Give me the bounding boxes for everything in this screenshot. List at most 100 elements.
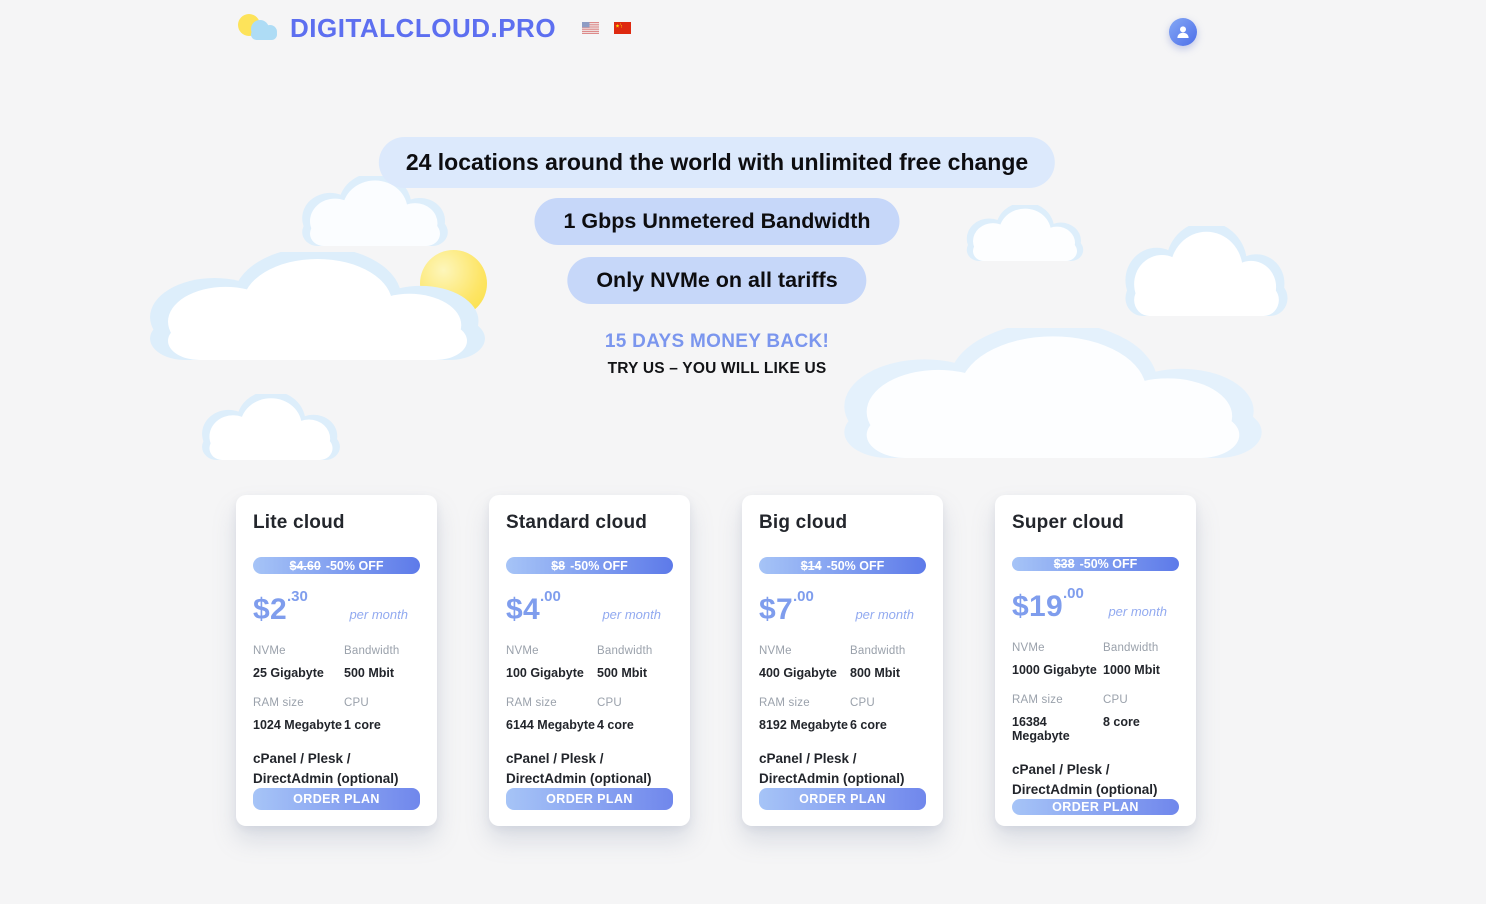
cloud-decoration	[145, 252, 490, 360]
cloud-decoration	[838, 328, 1268, 458]
sun-decoration	[420, 250, 487, 317]
hero-bubble-locations: 24 locations around the world with unlim…	[379, 137, 1055, 188]
cloud-decoration	[200, 394, 342, 460]
feature-value: 1024 Megabyte	[253, 718, 344, 732]
price-dollars: $7	[759, 593, 793, 626]
price-row: $4.00 per month	[506, 589, 673, 625]
per-month-label: per month	[349, 607, 408, 622]
feature-label: NVMe	[253, 645, 344, 657]
order-plan-button[interactable]: ORDER PLAN	[253, 788, 420, 810]
feature-value: 400 Gigabyte	[759, 666, 850, 680]
feature-value: 500 Mbit	[597, 666, 673, 680]
price-cents: .00	[793, 588, 814, 605]
feature-value: 16384 Megabyte	[1012, 715, 1103, 743]
tagline-text: TRY US – YOU WILL LIKE US	[608, 360, 827, 378]
plan-title: Super cloud	[1012, 512, 1179, 534]
feature-label: RAM size	[1012, 694, 1103, 706]
feature-nvme: NVMe 25 Gigabyte	[253, 645, 344, 680]
feature-value: 1 core	[344, 718, 420, 732]
plan-card-super: Super cloud $38 -50% OFF $19.00 per mont…	[995, 495, 1196, 826]
feature-cpu: CPU 6 core	[850, 697, 926, 732]
feature-ram: RAM size 8192 Megabyte	[759, 697, 850, 732]
old-price: $4.60	[290, 559, 321, 573]
price: $4.00	[506, 589, 561, 625]
feature-label: RAM size	[506, 697, 597, 709]
feature-ram: RAM size 1024 Megabyte	[253, 697, 344, 732]
feature-label: Bandwidth	[344, 645, 420, 657]
price-row: $7.00 per month	[759, 589, 926, 625]
feature-nvme: NVMe 1000 Gigabyte	[1012, 642, 1103, 677]
sun-cloud-icon[interactable]	[236, 12, 280, 44]
plans-row: Lite cloud $4.60 -50% OFF $2.30 per mont…	[236, 495, 1196, 826]
discount-label: -50% OFF	[1080, 557, 1138, 571]
discount-badge: $14 -50% OFF	[759, 557, 926, 574]
features-grid: NVMe 25 Gigabyte Bandwidth 500 Mbit RAM …	[253, 645, 420, 732]
feature-ram: RAM size 16384 Megabyte	[1012, 694, 1103, 743]
price-row: $2.30 per month	[253, 589, 420, 625]
order-plan-button[interactable]: ORDER PLAN	[759, 788, 926, 810]
discount-badge: $38 -50% OFF	[1012, 557, 1179, 571]
discount-badge: $4.60 -50% OFF	[253, 557, 420, 574]
feature-value: 1000 Mbit	[1103, 663, 1179, 677]
feature-label: CPU	[597, 697, 673, 709]
price: $19.00	[1012, 586, 1084, 622]
features-grid: NVMe 400 Gigabyte Bandwidth 800 Mbit RAM…	[759, 645, 926, 732]
user-icon	[1174, 23, 1192, 41]
hero-bubble-bandwidth: 1 Gbps Unmetered Bandwidth	[534, 198, 899, 245]
order-plan-button[interactable]: ORDER PLAN	[506, 788, 673, 810]
header: DIGITALCLOUD.PRO	[236, 12, 631, 44]
price-dollars: $4	[506, 593, 540, 626]
features-grid: NVMe 100 Gigabyte Bandwidth 500 Mbit RAM…	[506, 645, 673, 732]
price-row: $19.00 per month	[1012, 586, 1179, 622]
discount-badge: $8 -50% OFF	[506, 557, 673, 574]
feature-value: 4 core	[597, 718, 673, 732]
account-button[interactable]	[1169, 18, 1197, 46]
feature-value: 500 Mbit	[344, 666, 420, 680]
order-plan-button[interactable]: ORDER PLAN	[1012, 799, 1179, 815]
cn-flag-icon[interactable]	[614, 22, 631, 34]
feature-value: 8 core	[1103, 715, 1179, 729]
feature-nvme: NVMe 400 Gigabyte	[759, 645, 850, 680]
feature-label: RAM size	[759, 697, 850, 709]
brand-title[interactable]: DIGITALCLOUD.PRO	[290, 13, 556, 44]
discount-label: -50% OFF	[326, 559, 384, 573]
feature-label: CPU	[850, 697, 926, 709]
price-cents: .00	[540, 588, 561, 605]
price: $7.00	[759, 589, 814, 625]
feature-label: NVMe	[1012, 642, 1103, 654]
plan-card-big: Big cloud $14 -50% OFF $7.00 per month N…	[742, 495, 943, 826]
feature-cpu: CPU 8 core	[1103, 694, 1179, 743]
feature-bandwidth: Bandwidth 800 Mbit	[850, 645, 926, 680]
old-price: $14	[801, 559, 822, 573]
control-panel-note: cPanel / Plesk / DirectAdmin (optional)	[253, 749, 428, 788]
feature-value: 8192 Megabyte	[759, 718, 850, 732]
control-panel-note: cPanel / Plesk / DirectAdmin (optional)	[506, 749, 681, 788]
price-cents: .30	[287, 588, 308, 605]
feature-label: CPU	[344, 697, 420, 709]
feature-value: 1000 Gigabyte	[1012, 663, 1103, 677]
us-flag-icon[interactable]	[582, 22, 599, 34]
feature-value: 800 Mbit	[850, 666, 926, 680]
page: DIGITALCLOUD.PRO	[0, 0, 1486, 904]
feature-cpu: CPU 4 core	[597, 697, 673, 732]
cloud-decoration	[965, 205, 1085, 261]
money-back-text: 15 DAYS MONEY BACK!	[605, 331, 829, 353]
feature-bandwidth: Bandwidth 500 Mbit	[597, 645, 673, 680]
old-price: $8	[551, 559, 565, 573]
feature-label: CPU	[1103, 694, 1179, 706]
feature-bandwidth: Bandwidth 500 Mbit	[344, 645, 420, 680]
per-month-label: per month	[602, 607, 661, 622]
feature-value: 6 core	[850, 718, 926, 732]
feature-cpu: CPU 1 core	[344, 697, 420, 732]
price-dollars: $19	[1012, 590, 1063, 623]
control-panel-note: cPanel / Plesk / DirectAdmin (optional)	[1012, 760, 1187, 799]
price: $2.30	[253, 589, 308, 625]
control-panel-note: cPanel / Plesk / DirectAdmin (optional)	[759, 749, 934, 788]
feature-label: Bandwidth	[597, 645, 673, 657]
cloud-decoration	[1123, 226, 1290, 316]
plan-title: Big cloud	[759, 512, 926, 534]
hero-bubble-nvme: Only NVMe on all tariffs	[567, 257, 866, 304]
per-month-label: per month	[1108, 604, 1167, 619]
feature-value: 6144 Megabyte	[506, 718, 597, 732]
old-price: $38	[1054, 557, 1075, 571]
